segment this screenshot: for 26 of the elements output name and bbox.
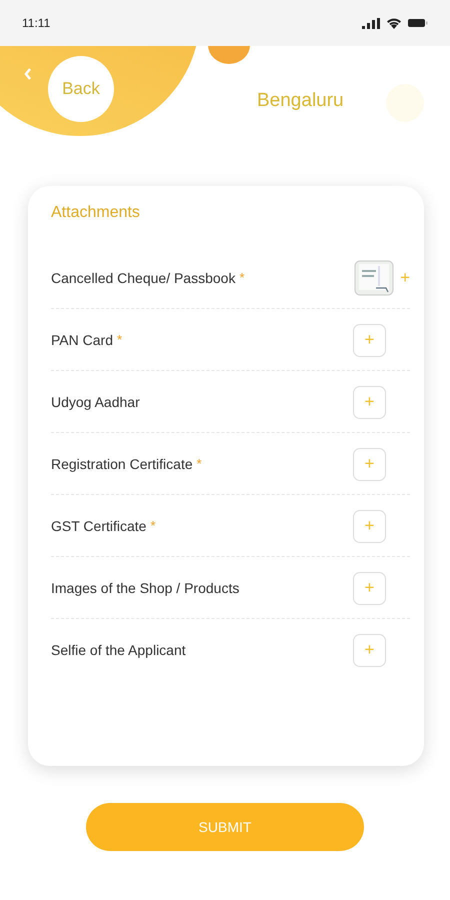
add-button[interactable]: +: [353, 572, 386, 604]
add-button[interactable]: +: [353, 448, 386, 480]
attachment-label: Cancelled Cheque/ Passbook: [51, 270, 236, 286]
attachment-label: Udyog Aadhar: [51, 394, 140, 410]
section-title: Attachments: [51, 204, 141, 222]
add-button[interactable]: +: [353, 324, 386, 356]
back-chevron-icon[interactable]: [24, 68, 32, 80]
attachment-label: PAN Card: [51, 332, 113, 348]
attachment-label: GST Certificate: [51, 518, 146, 534]
add-button[interactable]: +: [353, 510, 386, 542]
submit-button[interactable]: SUBMIT: [86, 803, 364, 851]
add-button[interactable]: +: [353, 386, 386, 418]
attachment-label: Images of the Shop / Products: [51, 580, 240, 596]
add-button[interactable]: +: [353, 634, 386, 666]
signal-icon: [362, 18, 380, 28]
required-mark: *: [116, 332, 122, 347]
required-mark: *: [239, 270, 245, 285]
city-title: Bengaluru: [257, 90, 344, 112]
battery-icon: [408, 18, 428, 28]
attachment-label: Registration Certificate: [51, 456, 193, 472]
required-mark: *: [150, 518, 156, 533]
required-mark: *: [196, 456, 202, 471]
wifi-icon: [386, 17, 402, 29]
add-more-button[interactable]: +: [400, 268, 410, 288]
status-time: 11:11: [22, 16, 50, 30]
attachment-label: Selfie of the Applicant: [51, 642, 186, 658]
